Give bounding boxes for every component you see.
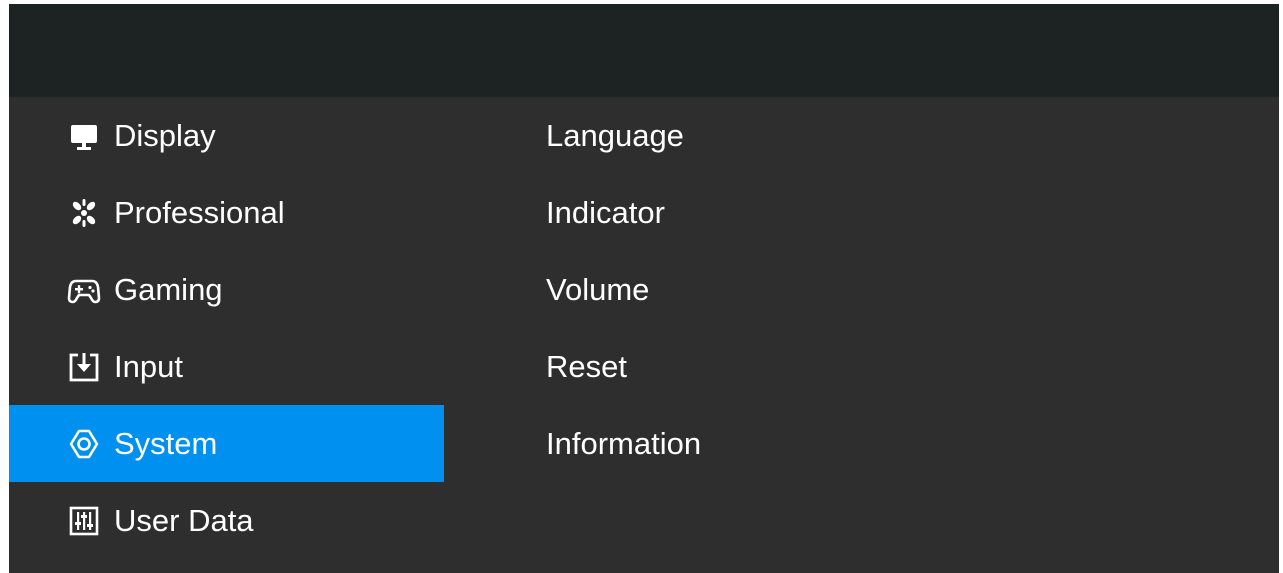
submenu-item-information[interactable]: Information bbox=[546, 405, 966, 482]
input-arrow-icon bbox=[67, 350, 101, 384]
sidebar-item-display[interactable]: Display bbox=[9, 97, 444, 174]
gamepad-icon bbox=[67, 273, 101, 307]
sliders-icon bbox=[67, 504, 101, 538]
sidebar-item-label: Gaming bbox=[114, 272, 223, 307]
sidebar-item-professional[interactable]: Professional bbox=[9, 174, 444, 251]
submenu-item-reset[interactable]: Reset bbox=[546, 328, 966, 405]
submenu-item-label: Information bbox=[546, 426, 702, 461]
sidebar-item-label: User Data bbox=[114, 503, 254, 538]
sidebar-item-system[interactable]: System bbox=[9, 405, 444, 482]
submenu-item-label: Volume bbox=[546, 272, 650, 307]
submenu-item-label: Language bbox=[546, 118, 684, 153]
sidebar-menu: Display Professional Gaming Input System… bbox=[9, 97, 444, 573]
submenu-item-language[interactable]: Language bbox=[546, 97, 966, 174]
sidebar-item-label: System bbox=[114, 426, 218, 461]
sidebar-item-label: Display bbox=[114, 118, 216, 153]
gear-icon bbox=[67, 427, 101, 461]
sidebar-item-input[interactable]: Input bbox=[9, 328, 444, 405]
sidebar-item-label: Professional bbox=[114, 195, 285, 230]
submenu-item-indicator[interactable]: Indicator bbox=[546, 174, 966, 251]
sidebar-item-user-data[interactable]: User Data bbox=[9, 482, 444, 559]
osd-header-bar bbox=[9, 4, 1279, 97]
sidebar-item-label: Input bbox=[114, 349, 183, 384]
osd-menu: Display Professional Gaming Input System… bbox=[9, 4, 1279, 573]
monitor-icon bbox=[67, 119, 101, 153]
flower-pattern-icon bbox=[67, 196, 101, 230]
submenu-item-label: Indicator bbox=[546, 195, 665, 230]
submenu-item-label: Reset bbox=[546, 349, 627, 384]
system-submenu: Language Indicator Volume Reset Informat… bbox=[546, 97, 1246, 497]
sidebar-item-gaming[interactable]: Gaming bbox=[9, 251, 444, 328]
submenu-item-volume[interactable]: Volume bbox=[546, 251, 966, 328]
